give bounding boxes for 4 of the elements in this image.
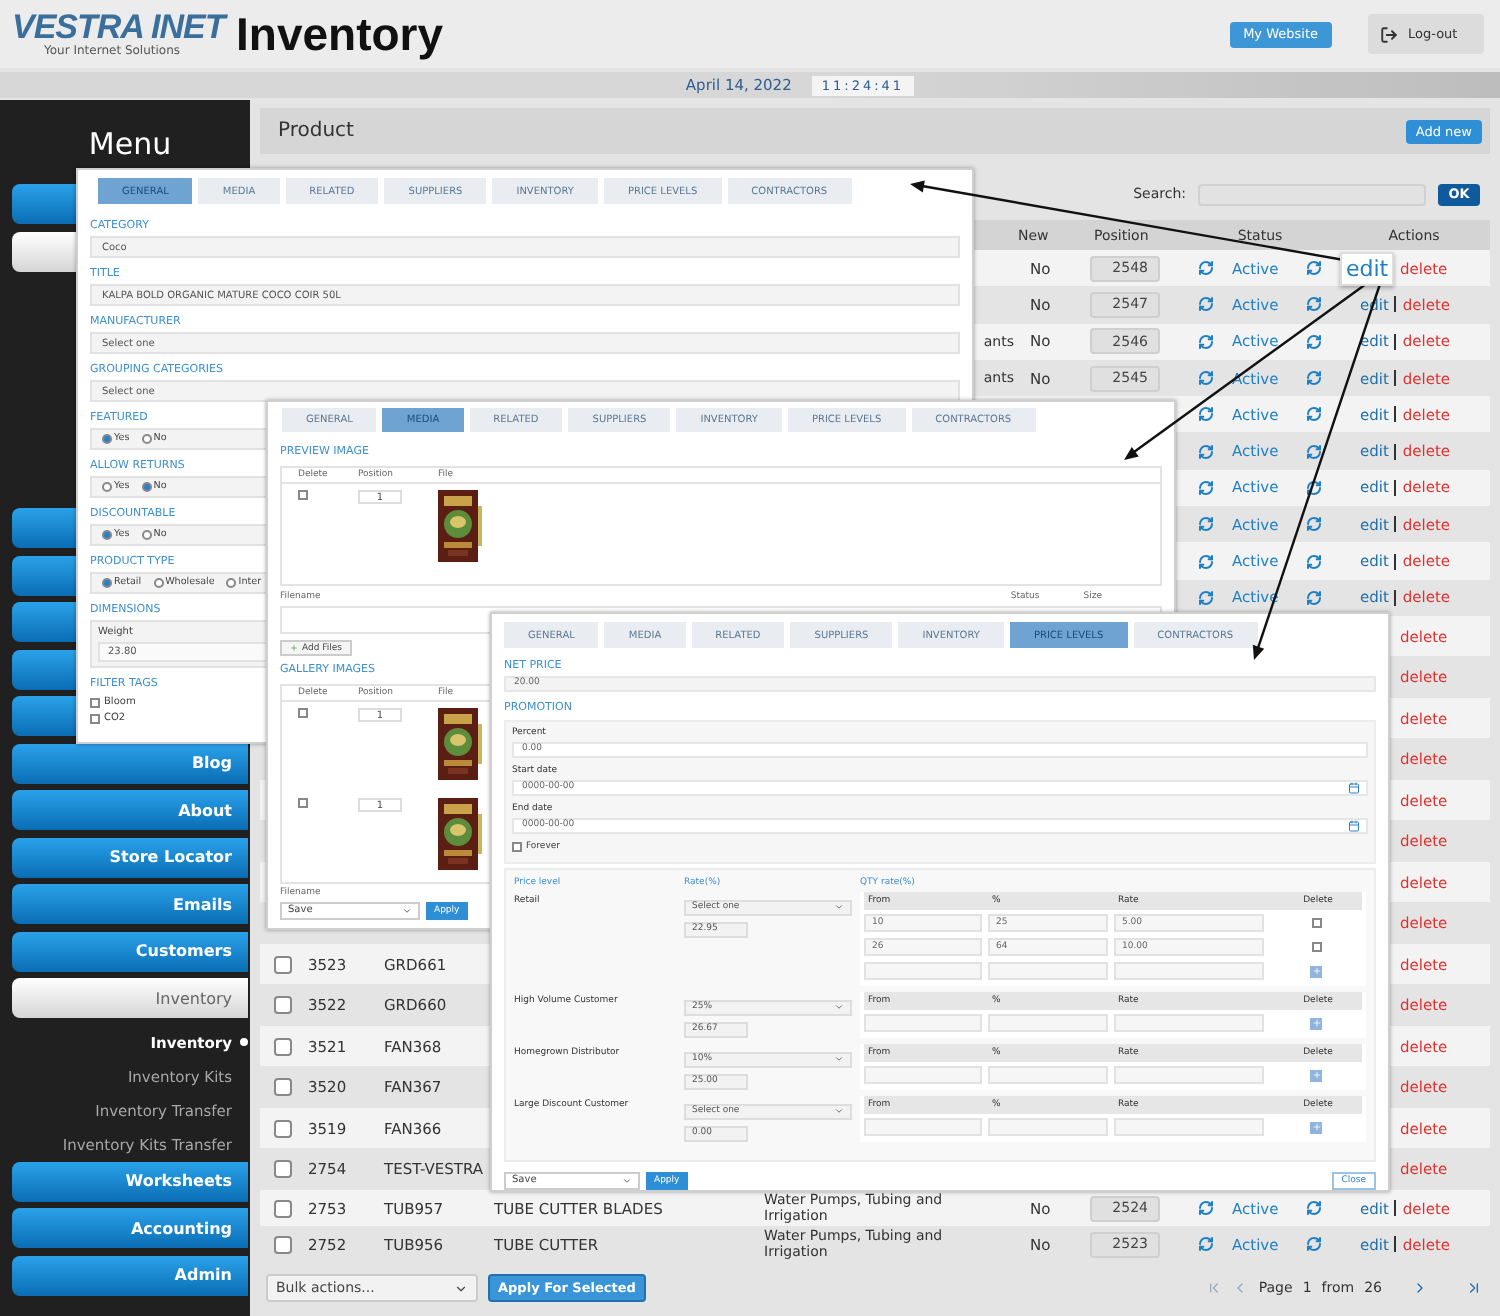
logo: VESTRA INET — [12, 10, 224, 44]
section-title: Product — [278, 120, 354, 142]
menu-title: Menu — [86, 124, 174, 166]
page-title: Inventory — [236, 7, 446, 61]
